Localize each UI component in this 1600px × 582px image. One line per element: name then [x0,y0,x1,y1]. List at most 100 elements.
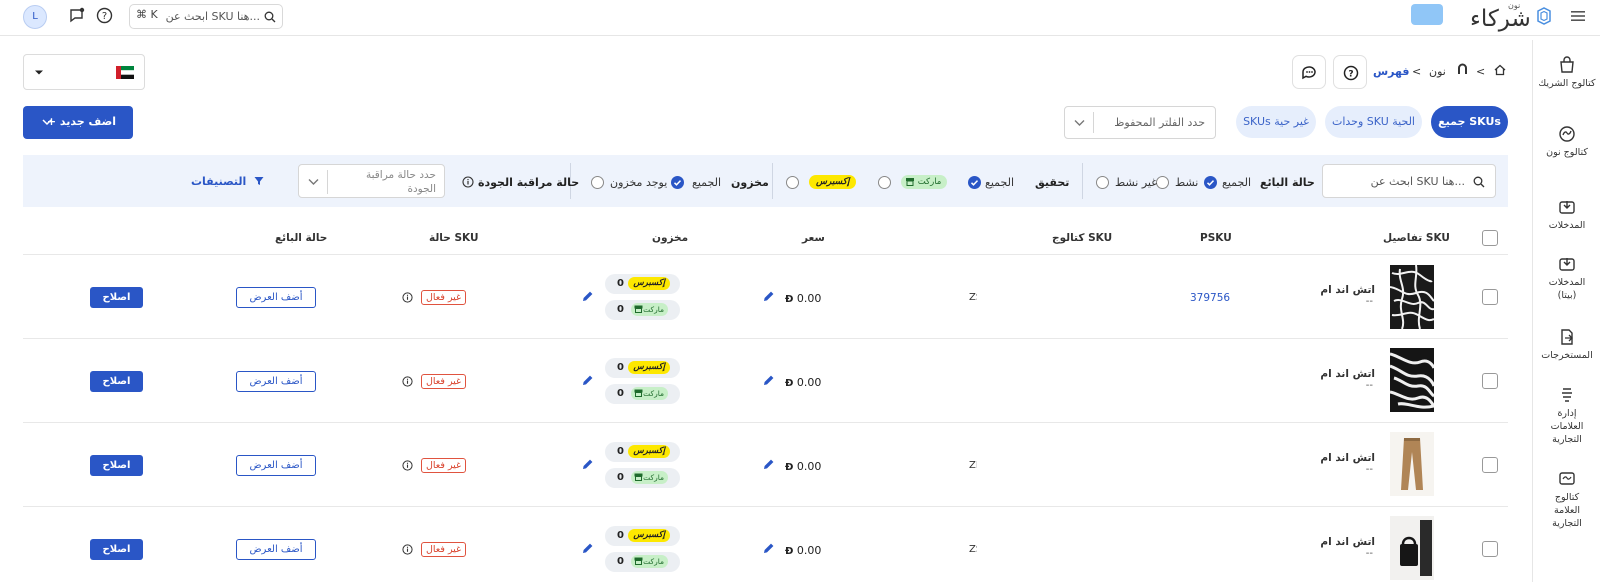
seller-status-inactive-radio[interactable] [1096,176,1109,189]
market-badge: ماركت [631,303,668,316]
sidebar-item-noon-catalog[interactable]: كتالوج نون [1533,125,1600,159]
help-button[interactable]: ? [1333,55,1367,89]
seller-status-active-radio[interactable] [1156,176,1169,189]
store-icon [634,557,643,565]
tab-all-skus[interactable]: جميع SKUs [1431,106,1508,138]
seller-status-all-radio[interactable] [1204,176,1217,189]
info-icon [462,176,474,188]
add-new-button[interactable]: + اضف جديد [23,106,133,139]
sidebar-item-partner-catalog[interactable]: كتالوج الشريك [1533,56,1600,90]
product-thumbnail-bag[interactable] [1390,516,1434,580]
chat-button[interactable] [1292,55,1326,89]
price-amount: 0.00 [796,544,822,557]
row-checkbox[interactable] [1482,541,1498,557]
stock-label: مخزون [731,176,769,189]
uae-flag-icon [116,66,134,79]
market-qty: 0 [617,556,624,567]
row-divider [23,338,1508,339]
qc-status-label: حالة مراقبة الجودة [478,176,580,189]
sidebar-item-brand-management[interactable]: إدارة العلامات التجارية [1533,386,1600,446]
inbox-download-beta-icon [1559,258,1575,271]
sidebar-item-label: كتالوج نون [1546,147,1588,158]
price-amount: 0.00 [796,376,822,389]
edit-stock-icon[interactable] [582,374,594,386]
product-thumbnail-scarf[interactable] [1390,265,1434,329]
add-offer-button[interactable]: أضف العرض [236,455,316,476]
saved-filter-select[interactable]: حدد الفلتر المحفوظ [1064,106,1216,139]
market-qty: 0 [617,388,624,399]
stock-in-stock-radio[interactable] [591,176,604,189]
menu-icon[interactable] [1571,10,1585,22]
fix-button[interactable]: اصلاح [90,539,143,560]
edit-price-icon[interactable] [763,458,775,470]
categories-label: التصنيفات [191,175,247,188]
fix-button[interactable]: اصلاح [90,455,143,476]
sku-search-input[interactable]: ابحث عن SKU هنا... [1322,164,1496,198]
feedback-icon[interactable] [68,7,85,24]
breadcrumb-separator: < [1412,65,1422,78]
catalog-sku: ZI [969,460,977,471]
help-icon[interactable]: ? [96,7,113,24]
top-blue-button[interactable] [1411,4,1443,25]
info-icon[interactable] [402,376,413,387]
edit-stock-icon[interactable] [582,290,594,302]
qc-status-placeholder: حدد حالة مراقبة الجودة [365,169,436,195]
saved-filter-placeholder: حدد الفلتر المحفوظ [1114,116,1205,129]
express-qty: 0 [617,362,624,373]
store-icon [906,178,914,186]
sidebar: كتالوج الشريك كتالوج نون المدخلات المدخل… [1532,40,1600,582]
breadcrumb-item-index[interactable]: فهرس [1373,65,1410,78]
sidebar-item-exports[interactable]: المستخرجات [1533,328,1600,362]
country-select[interactable] [23,54,145,90]
edit-price-icon[interactable] [763,542,775,554]
col-header-stock: مخزون [652,232,689,244]
fix-button[interactable]: اصلاح [90,371,143,392]
avatar[interactable]: L [23,5,47,29]
edit-price-icon[interactable] [763,374,775,386]
product-thumbnail-zebra[interactable] [1390,348,1434,412]
row-checkbox[interactable] [1482,373,1498,389]
top-search-input[interactable]: ⌘ K ابحث عن SKU هنا... [129,4,283,29]
row-checkbox[interactable] [1482,457,1498,473]
stock-all-radio[interactable] [671,176,684,189]
add-offer-button[interactable]: أضف العرض [236,539,316,560]
tab-live-skus[interactable]: وحدات SKU الحية [1325,106,1422,138]
inbox-download-icon [1559,201,1575,214]
logo: نون شركاء [1470,1,1531,32]
chevron-down-icon [1074,120,1085,126]
price-value: Đ 0.00 [785,544,821,557]
sidebar-item-brand-catalog[interactable]: كتالوج العلامة التجارية [1533,470,1600,530]
row-checkbox[interactable] [1482,289,1498,305]
fulfillment-market-radio[interactable] [878,176,891,189]
col-header-price: سعر [802,232,825,244]
fix-button[interactable]: اصلاح [90,287,143,308]
qc-status-select[interactable]: حدد حالة مراقبة الجودة [298,164,445,198]
edit-stock-icon[interactable] [582,458,594,470]
info-icon[interactable] [402,292,413,303]
add-offer-button[interactable]: أضف العرض [236,371,316,392]
express-stock-pill: 0 إكسبرس [605,442,680,462]
express-qty: 0 [617,278,624,289]
select-divider [327,170,328,194]
fulfillment-all-radio[interactable] [968,176,981,189]
edit-price-icon[interactable] [763,290,775,302]
sidebar-item-inputs-beta[interactable]: المدخلات (بيتا) [1533,255,1600,302]
svg-text:?: ? [1348,70,1353,80]
top-search-placeholder: ابحث عن SKU هنا... [165,10,260,23]
add-offer-button[interactable]: أضف العرض [236,287,316,308]
product-thumbnail-pants[interactable] [1390,432,1434,496]
sidebar-item-label: كتالوج الشريك [1538,78,1596,89]
sidebar-item-inputs[interactable]: المدخلات [1533,198,1600,232]
select-all-checkbox[interactable] [1482,230,1498,246]
info-icon[interactable] [402,544,413,555]
tab-non-live-skus[interactable]: SKUs غير حية [1236,106,1316,138]
info-icon[interactable] [402,460,413,471]
edit-stock-icon[interactable] [582,542,594,554]
fulfillment-express-radio[interactable] [786,176,799,189]
seller-status-inactive-label: غير نشط [1115,176,1157,189]
home-icon[interactable] [1494,64,1506,76]
psku-link[interactable]: 379756 [1190,292,1230,304]
market-qty: 0 [617,472,624,483]
breadcrumb-item-noon[interactable]: نون [1429,65,1446,78]
categories-filter-button[interactable]: التصنيفات [191,175,264,188]
